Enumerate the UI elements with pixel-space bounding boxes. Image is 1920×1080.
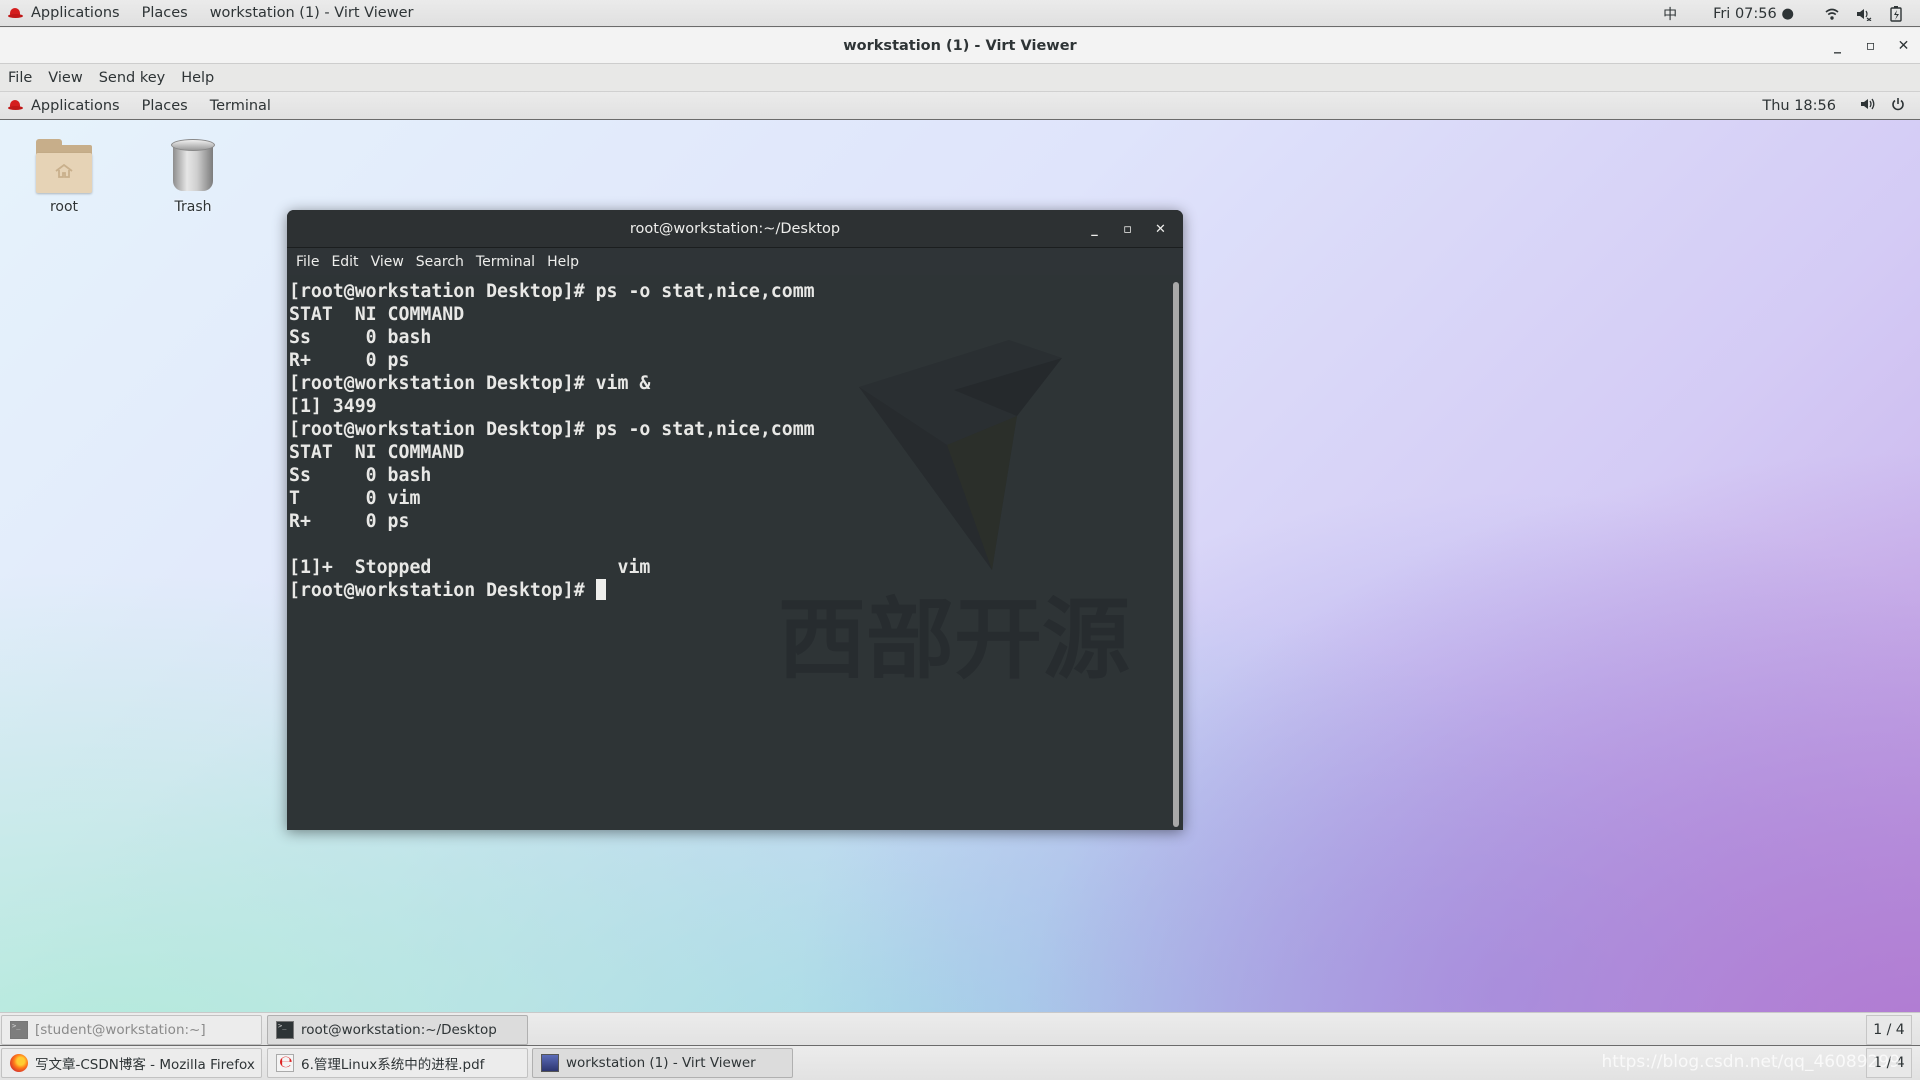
terminal-minimize-button[interactable]: _ [1078, 222, 1111, 237]
terminal-line: [root@workstation Desktop]# ps -o stat,n… [289, 419, 815, 440]
terminal-menubar: File Edit View Search Terminal Help [287, 248, 1183, 275]
virt-viewer-menubar: File View Send key Help [0, 64, 1920, 92]
terminal-line: [1] 3499 [289, 396, 377, 417]
desktop-icon-root[interactable]: root [14, 139, 114, 215]
guest-applications-menu[interactable]: Applications [0, 98, 131, 114]
guest-applications-label: Applications [31, 97, 120, 114]
terminal-icon [10, 1021, 28, 1039]
terminal-menu-terminal[interactable]: Terminal [470, 254, 541, 270]
firefox-icon [10, 1054, 28, 1072]
host-applications-label: Applications [31, 5, 120, 21]
vv-menu-help[interactable]: Help [173, 70, 222, 86]
guest-task-root-terminal[interactable]: root@workstation:~/Desktop [267, 1015, 528, 1045]
task-label: workstation (1) - Virt Viewer [566, 1055, 756, 1071]
terminal-prompt: [root@workstation Desktop]# [289, 580, 596, 601]
host-task-firefox[interactable]: 写文章-CSDN博客 - Mozilla Firefox [1, 1048, 262, 1078]
terminal-menu-search[interactable]: Search [410, 254, 470, 270]
vv-close-button[interactable]: ✕ [1887, 38, 1920, 54]
host-task-pdf[interactable]: 6.管理Linux系统中的进程.pdf [267, 1048, 528, 1078]
terminal-menu-view[interactable]: View [365, 254, 410, 270]
virt-viewer-icon [541, 1054, 559, 1072]
input-method-indicator[interactable]: 中 [1663, 4, 1677, 24]
terminal-cursor [595, 579, 606, 600]
vv-menu-view[interactable]: View [40, 70, 90, 86]
terminal-menu-file[interactable]: File [290, 254, 325, 270]
watermark-text: 西部开源 [779, 588, 1130, 690]
guest-places-menu[interactable]: Places [131, 98, 199, 114]
battery-charging-icon[interactable] [1888, 5, 1904, 22]
wifi-icon[interactable] [1824, 6, 1840, 22]
vv-maximize-button[interactable]: ▫ [1854, 38, 1887, 54]
terminal-line: R+ 0 ps [289, 511, 410, 532]
terminal-window[interactable]: root@workstation:~/Desktop _ ▫ ✕ File Ed… [287, 210, 1183, 830]
terminal-line: Ss 0 bash [289, 465, 432, 486]
terminal-line: T 0 vim [289, 488, 421, 509]
guest-taskbar: [student@workstation:~] root@workstation… [0, 1012, 1920, 1046]
terminal-close-button[interactable]: ✕ [1144, 222, 1177, 237]
terminal-menu-edit[interactable]: Edit [325, 254, 364, 270]
terminal-line: [1]+ Stopped vim [289, 557, 651, 578]
terminal-menu-help[interactable]: Help [541, 254, 585, 270]
terminal-line: STAT NI COMMAND [289, 304, 465, 325]
host-top-bar: Applications Places workstation (1) - Vi… [0, 0, 1920, 27]
terminal-line: [root@workstation Desktop]# ps -o stat,n… [289, 281, 815, 302]
host-workspace-switcher[interactable]: 1 / 4 [1866, 1048, 1912, 1078]
terminal-maximize-button[interactable]: ▫ [1111, 222, 1144, 237]
power-icon[interactable] [1890, 97, 1906, 115]
task-label: [student@workstation:~] [35, 1022, 206, 1038]
host-applications-menu[interactable]: Applications [0, 0, 131, 26]
redhat-icon [8, 100, 23, 111]
vv-menu-send-key[interactable]: Send key [91, 70, 174, 86]
volume-muted-icon[interactable] [1856, 6, 1872, 22]
desktop-icon-trash[interactable]: Trash [143, 139, 243, 215]
terminal-scrollbar[interactable] [1173, 282, 1179, 827]
terminal-line: R+ 0 ps [289, 350, 410, 371]
terminal-line: [root@workstation Desktop]# vim & [289, 373, 651, 394]
pdf-viewer-icon [276, 1052, 294, 1072]
task-label: 6.管理Linux系统中的进程.pdf [301, 1057, 485, 1073]
terminal-titlebar[interactable]: root@workstation:~/Desktop _ ▫ ✕ [287, 210, 1183, 248]
guest-top-panel: Applications Places Terminal Thu 18:56 [0, 92, 1920, 120]
task-label: root@workstation:~/Desktop [301, 1022, 497, 1038]
trash-icon [171, 139, 215, 193]
desktop-icon-label: Trash [174, 199, 212, 215]
host-task-virt-viewer[interactable]: workstation (1) - Virt Viewer [532, 1048, 793, 1078]
terminal-line: Ss 0 bash [289, 327, 432, 348]
vv-menu-file[interactable]: File [0, 70, 40, 86]
terminal-title: root@workstation:~/Desktop [629, 220, 841, 237]
terminal-line: STAT NI COMMAND [289, 442, 465, 463]
virt-viewer-titlebar: workstation (1) - Virt Viewer _ ▫ ✕ [0, 28, 1920, 64]
home-folder-icon [36, 139, 92, 193]
host-taskbar: 写文章-CSDN博客 - Mozilla Firefox 6.管理Linux系统… [0, 1046, 1920, 1080]
csdn-url-watermark: https://blog.csdn.net/qq_46089299 [1601, 1052, 1900, 1072]
redhat-icon [8, 7, 23, 19]
virt-viewer-title: workstation (1) - Virt Viewer [843, 37, 1077, 54]
host-places-menu[interactable]: Places [131, 0, 199, 26]
guest-clock[interactable]: Thu 18:56 [1762, 98, 1836, 114]
volume-icon[interactable] [1860, 97, 1876, 115]
guest-workspace-switcher[interactable]: 1 / 4 [1866, 1015, 1912, 1045]
host-active-window-menu[interactable]: workstation (1) - Virt Viewer [199, 0, 425, 26]
guest-desktop[interactable]: Applications Places Terminal Thu 18:56 r… [0, 92, 1920, 1080]
terminal-icon [276, 1021, 294, 1039]
terminal-lines: [root@workstation Desktop]# ps -o stat,n… [287, 275, 1167, 602]
task-label: 写文章-CSDN博客 - Mozilla Firefox [35, 1057, 255, 1073]
host-clock[interactable]: Fri 07:56 ● [1713, 6, 1794, 22]
vv-minimize-button[interactable]: _ [1821, 38, 1854, 54]
guest-task-student-terminal[interactable]: [student@workstation:~] [1, 1015, 262, 1045]
terminal-prompt-line[interactable]: [root@workstation Desktop]# [289, 579, 1167, 602]
guest-active-app-menu[interactable]: Terminal [199, 98, 282, 114]
terminal-output[interactable]: 西部开源 [root@workstation Desktop]# ps -o s… [287, 275, 1167, 830]
desktop-icon-label: root [49, 199, 79, 215]
